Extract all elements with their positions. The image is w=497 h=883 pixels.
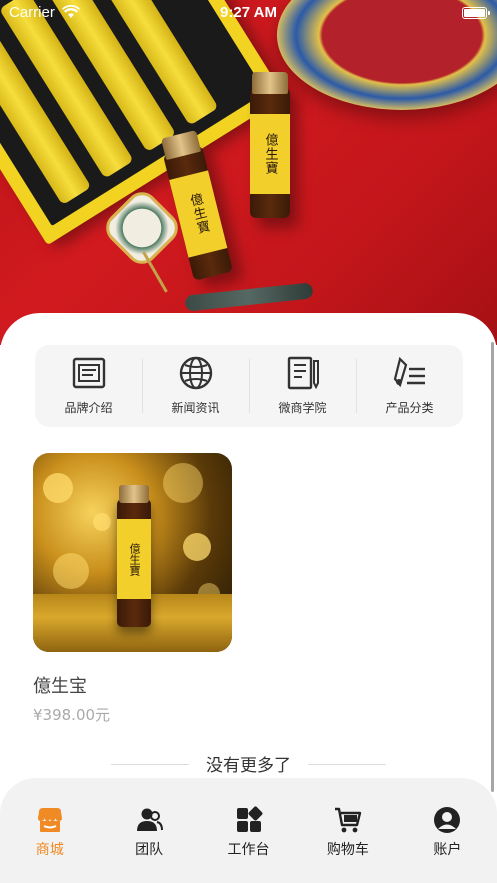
divider-line <box>111 764 189 765</box>
quick-menu: 品牌介绍 新闻资讯 微商学院 产品分类 <box>35 345 463 427</box>
quick-menu-news[interactable]: 新闻资讯 <box>142 345 249 427</box>
category-icon <box>393 356 425 388</box>
quick-menu-label: 产品分类 <box>385 401 434 415</box>
fan-handle <box>142 251 168 293</box>
divider-line <box>308 764 386 765</box>
product-card[interactable]: 億生寶 億生宝 ¥398.00元 <box>33 453 233 724</box>
no-more-label: 没有更多了 <box>206 756 291 776</box>
team-icon <box>137 808 164 831</box>
cart-icon <box>334 807 362 833</box>
quick-menu-academy[interactable]: 微商学院 <box>249 345 356 427</box>
tab-shop[interactable]: 商城 <box>0 778 99 883</box>
tab-team[interactable]: 团队 <box>99 778 198 883</box>
product-name: 億生宝 <box>33 676 87 697</box>
tab-label: 团队 <box>135 842 164 858</box>
tab-label: 商城 <box>35 842 64 858</box>
quick-menu-category[interactable]: 产品分类 <box>356 345 463 427</box>
tassel-image <box>184 282 314 312</box>
tab-label: 工作台 <box>227 842 270 858</box>
tab-bar: 商城 团队 工作台 购物车 账户 <box>0 778 497 883</box>
battery-icon <box>462 7 490 19</box>
tab-account[interactable]: 账户 <box>398 778 497 883</box>
tab-label: 购物车 <box>326 842 369 858</box>
product-price: ¥398.00元 <box>33 706 111 724</box>
scrollbar[interactable] <box>491 342 494 792</box>
quick-menu-brand-intro[interactable]: 品牌介绍 <box>35 345 142 427</box>
tab-label: 账户 <box>433 842 462 858</box>
no-more-indicator: 没有更多了 <box>0 751 497 776</box>
hero-bottle: 億生寶 <box>160 130 234 281</box>
quick-menu-label: 微商学院 <box>278 401 327 415</box>
shop-icon <box>37 808 62 832</box>
academy-icon <box>287 356 319 390</box>
tab-cart[interactable]: 购物车 <box>298 778 397 883</box>
hero-bottle: 億生寶 <box>250 72 290 218</box>
brand-intro-icon <box>72 357 105 389</box>
quick-menu-label: 新闻资讯 <box>171 401 220 415</box>
account-icon <box>434 807 461 833</box>
workbench-icon <box>236 806 262 832</box>
quick-menu-label: 品牌介绍 <box>64 401 113 415</box>
news-icon <box>179 356 212 390</box>
clock: 9:27 AM <box>220 4 277 21</box>
hero-banner[interactable]: 億生寶 億生寶 <box>0 0 497 345</box>
tab-workbench[interactable]: 工作台 <box>199 778 298 883</box>
product-image: 億生寶 <box>33 453 232 652</box>
status-bar: Carrier 9:27 AM <box>0 0 497 26</box>
